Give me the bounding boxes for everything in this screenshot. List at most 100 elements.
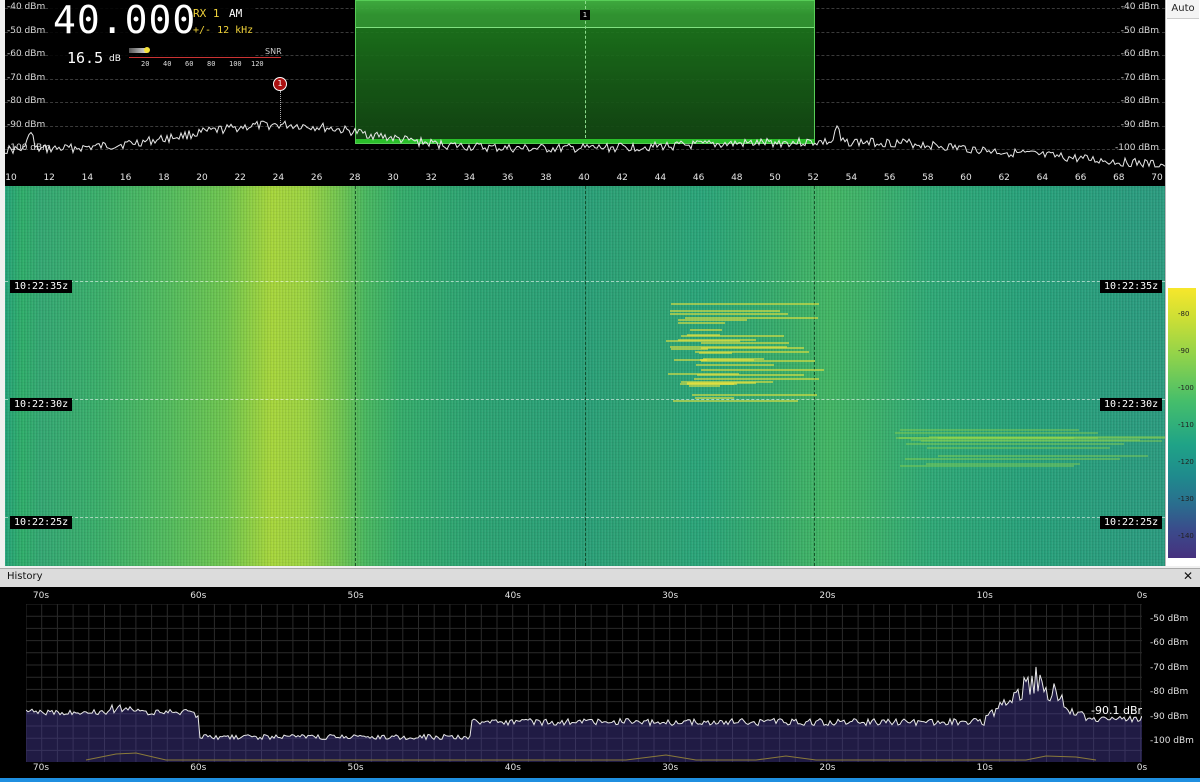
- waterfall-signal-streak: [900, 464, 1075, 467]
- waterfall-signal-streak: [689, 329, 723, 332]
- frequency-tick-label: 70: [1151, 173, 1163, 183]
- mode-label[interactable]: AM: [229, 7, 242, 20]
- waterfall-signal-streak: [702, 357, 765, 360]
- history-time-label-bottom: 70s: [32, 763, 50, 773]
- history-time-label-bottom: 60s: [190, 763, 207, 773]
- frequency-tick-label: 14: [81, 173, 94, 183]
- waterfall-colorbar[interactable]: -80 -90 -100 -110 -120 -130 -140: [1168, 288, 1196, 558]
- frequency-tick-label: 34: [463, 173, 476, 183]
- history-level-label: -90 dBm: [1150, 711, 1189, 722]
- frequency-tick-label: 12: [43, 173, 55, 183]
- history-time-label-top: 50s: [347, 591, 364, 601]
- snr-scale-tick: 20: [141, 60, 150, 68]
- frequency-tick-label: 44: [654, 173, 667, 183]
- waterfall-signal-streak: [938, 455, 1149, 458]
- timestamp-right: 10:22:25z: [1100, 516, 1163, 529]
- waterfall-signal-streak: [689, 385, 721, 387]
- history-title: History: [7, 571, 43, 582]
- snr-scale-tick: 100: [229, 60, 242, 68]
- frequency-tick-label: 66: [1074, 173, 1087, 183]
- history-current-level: -90.1 dBm: [1091, 704, 1142, 717]
- frequency-tick-label: 24: [272, 173, 285, 183]
- colorbar-level-label: -130: [1178, 495, 1194, 503]
- history-time-label-top: 30s: [662, 591, 679, 601]
- frequency-axis[interactable]: 10 12 14 16 18 20 22 24 26 28 30 32 34 36 38 40 42 44 46 48…: [5, 172, 1165, 186]
- auto-scale-button[interactable]: Auto: [1167, 0, 1199, 19]
- waterfall-signal-streak: [927, 447, 1110, 450]
- marker-1[interactable]: 1: [273, 77, 287, 91]
- frequency-tick-label: 16: [119, 173, 132, 183]
- waterfall-passband-line: [814, 186, 815, 566]
- frequency-tick-label: 42: [616, 173, 628, 183]
- history-titlebar: History ✕: [0, 568, 1200, 588]
- waterfall-passband-line: [355, 186, 356, 566]
- waterfall-signal-streak: [900, 428, 1080, 431]
- waterfall-signal-streak: [699, 359, 755, 362]
- waterfall-time-gridline: [5, 399, 1165, 400]
- spectrum-trace-line: [5, 120, 1165, 168]
- frequency-tick-label: 64: [1036, 173, 1049, 183]
- waterfall-signal-streak: [692, 394, 817, 397]
- bandwidth-label[interactable]: +/- 12 kHz: [193, 25, 253, 36]
- colorbar-level-label: -140: [1178, 532, 1194, 540]
- waterfall-signal-streak: [670, 312, 788, 315]
- frequency-tick-label: 28: [349, 173, 361, 183]
- waterfall-signal-streak: [904, 457, 1120, 460]
- waterfall-signal-streak: [666, 339, 741, 342]
- snr-meter-scale: 20 40 60 80 100 120: [141, 60, 273, 68]
- snr-unit: dB: [109, 54, 121, 64]
- history-time-label-top: 0s: [1136, 591, 1148, 601]
- waterfall-signal-streak: [681, 334, 784, 337]
- frequency-tick-label: 62: [998, 173, 1010, 183]
- colorbar-level-label: -110: [1178, 421, 1194, 429]
- waterfall-signal-streak: [910, 438, 1141, 441]
- waterfall-signal-streak: [674, 359, 707, 362]
- waterfall-passband-line: [585, 186, 586, 566]
- frequency-tick-label: 52: [807, 173, 819, 183]
- snr-scale-tick: 40: [163, 60, 172, 68]
- waterfall-signal-streak: [668, 373, 740, 376]
- waterfall-signal-streak: [925, 462, 1080, 465]
- history-time-label-top: 20s: [819, 591, 836, 601]
- frequency-tick-label: 40: [578, 173, 590, 183]
- history-trace-fill: [26, 666, 1142, 762]
- timestamp-left: 10:22:30z: [10, 398, 73, 411]
- snr-meter-scale-line: [129, 57, 281, 58]
- waterfall-signal-streak: [671, 303, 819, 306]
- history-level-label: -80 dBm: [1150, 687, 1189, 698]
- frequency-tick-label: 30: [387, 173, 399, 183]
- snr-scale-tick: 60: [185, 60, 194, 68]
- history-time-label-bottom: 40s: [504, 763, 521, 773]
- marker-line: [280, 91, 281, 125]
- spectrum-display[interactable]: -40 dBm -40 dBm -50 dBm -50 dBm -60 dBm -60 d…: [5, 0, 1165, 172]
- snr-label: SNR: [265, 47, 282, 56]
- receiver-label[interactable]: RX 1: [193, 7, 220, 20]
- waterfall-display[interactable]: 10:22:35z 10:22:35z 10:22:30z 10:22:30z 10:2…: [5, 186, 1165, 566]
- frequency-tick-label: 54: [845, 173, 858, 183]
- colorbar-level-label: -120: [1178, 458, 1194, 466]
- history-time-label-bottom: 20s: [819, 763, 836, 773]
- snr-scale-tick: 80: [207, 60, 216, 68]
- frequency-tick-label: 26: [310, 173, 323, 183]
- waterfall-signal-streak: [700, 369, 825, 372]
- history-time-label-top: 70s: [32, 591, 50, 601]
- frequency-tick-label: 22: [234, 173, 246, 183]
- colorbar-level-label: -80: [1178, 310, 1190, 318]
- snr-scale-tick: 120: [251, 60, 264, 68]
- timestamp-left: 10:22:25z: [10, 516, 73, 529]
- snr-meter-indicator: [144, 47, 150, 53]
- history-time-label-bottom: 0s: [1136, 763, 1148, 773]
- frequency-tick-label: 48: [731, 173, 743, 183]
- frequency-display[interactable]: 40.000: [53, 0, 196, 42]
- waterfall-signal-streak: [906, 442, 1125, 445]
- frequency-tick-label: 50: [769, 173, 781, 183]
- waterfall-signal-streak: [694, 350, 810, 353]
- close-icon[interactable]: ✕: [1183, 569, 1193, 583]
- waterfall-signal-streak: [677, 322, 725, 325]
- frequency-tick-label: 10: [5, 173, 17, 183]
- history-panel[interactable]: -90.1 dBm 70s 70s 60s 60s 50s 50s 40s 40s 30s 30s…: [0, 587, 1200, 782]
- history-time-label-top: 10s: [976, 591, 993, 601]
- history-level-label: -100 dBm: [1150, 736, 1194, 746]
- frequency-tick-label: 68: [1113, 173, 1125, 183]
- waterfall-signal-streak: [680, 383, 737, 386]
